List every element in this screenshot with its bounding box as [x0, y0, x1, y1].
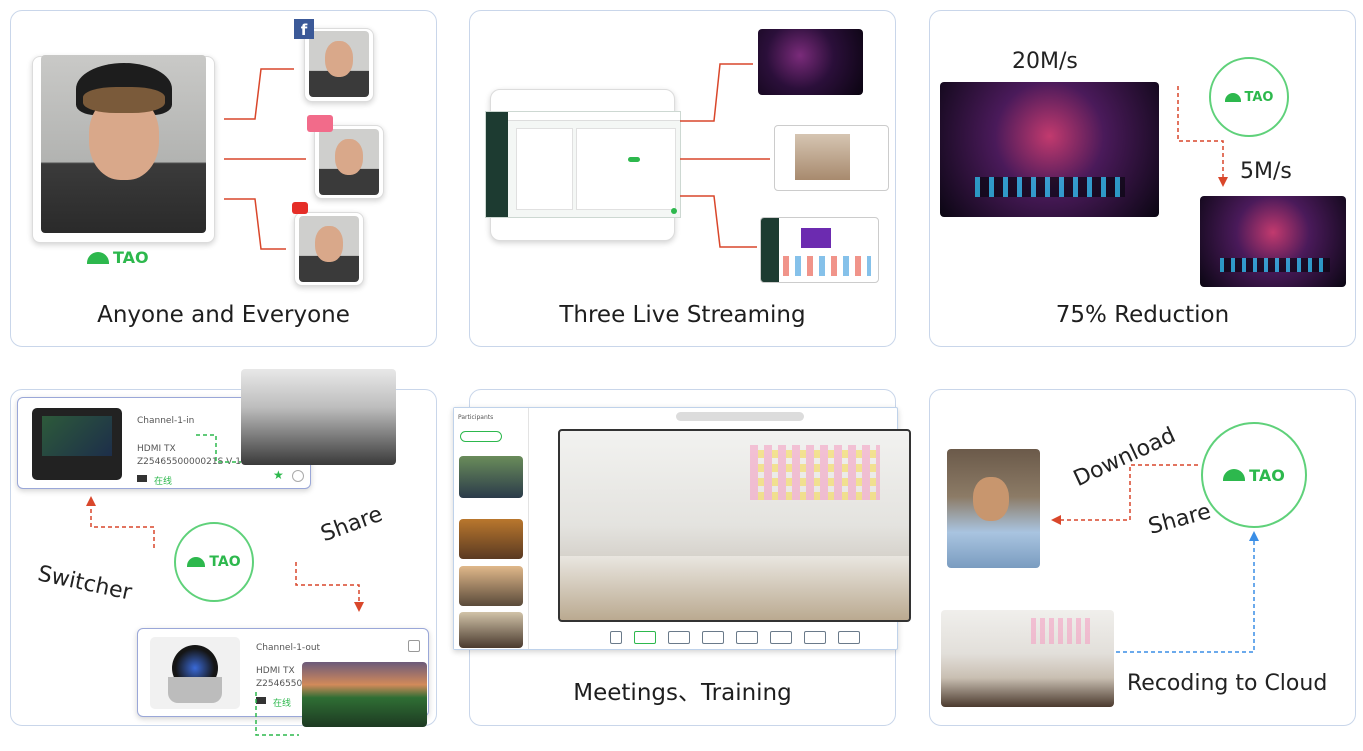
- layout-four-button[interactable]: [837, 630, 860, 644]
- main-meeting-video: [558, 429, 911, 622]
- card-three-live-streaming: Three Live Streaming: [469, 10, 896, 347]
- card-anyone-everyone: TAO f Anyone and Everyone: [10, 10, 437, 347]
- layout-pip-button[interactable]: [701, 630, 724, 644]
- participant-3[interactable]: [459, 566, 523, 606]
- participant-2[interactable]: [459, 519, 523, 559]
- layout-side-button[interactable]: [735, 630, 758, 644]
- participant-4[interactable]: [459, 612, 523, 648]
- card-recording-cloud: TAO Download Share Recoding to Cloud: [929, 389, 1356, 726]
- sidebar-title: Participants: [458, 414, 494, 421]
- notice-bar: [676, 412, 804, 421]
- layout-toolbar: [558, 627, 911, 647]
- card-75-reduction: 20M/s TAO 5M/s 75% Reduction: [929, 10, 1356, 347]
- card-caption: Anyone and Everyone: [97, 302, 350, 328]
- card-switcher: Channel-1-in HDMI TX Z2546550000021S V 1…: [10, 369, 437, 736]
- card-caption: 75% Reduction: [1055, 302, 1230, 328]
- card6-arrows: [1051, 464, 1259, 653]
- card-caption: Meetings、Training: [573, 680, 792, 706]
- participants-sidebar: Participants: [454, 408, 529, 649]
- card1-arrows: [224, 68, 306, 250]
- layout-three-button[interactable]: [803, 630, 826, 644]
- layout-split-button[interactable]: [667, 630, 690, 644]
- card3-arrow: [1177, 86, 1228, 187]
- layout-single-button[interactable]: [609, 630, 622, 644]
- card-caption: Three Live Streaming: [559, 302, 806, 328]
- layout-grid-button[interactable]: [769, 630, 792, 644]
- card4-arrows: [86, 434, 364, 736]
- meeting-app-window: Participants: [453, 407, 911, 650]
- layout-full-button[interactable]: [633, 630, 656, 644]
- participant-1[interactable]: [459, 456, 523, 498]
- card-meetings-training: Participants Meetings、Training: [453, 389, 911, 726]
- card2-arrows: [680, 63, 770, 248]
- invite-button[interactable]: [460, 431, 502, 442]
